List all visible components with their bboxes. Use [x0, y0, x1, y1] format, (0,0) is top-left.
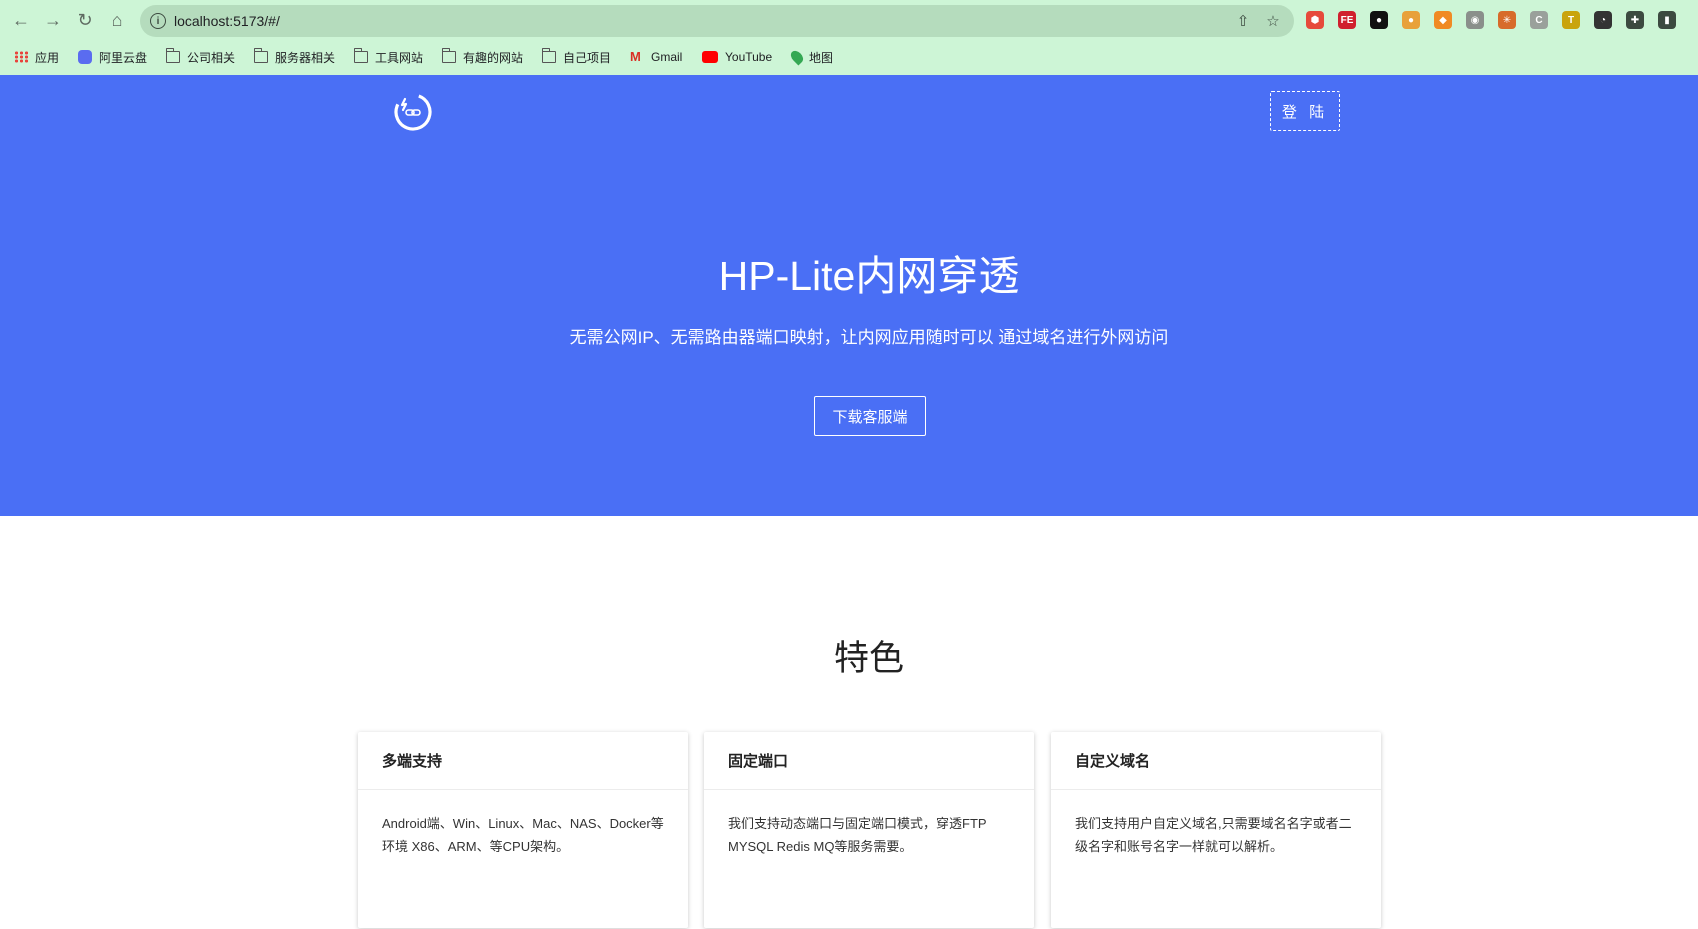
aliyun-drive-icon — [78, 50, 92, 64]
share-icon[interactable]: ⇧ — [1234, 12, 1252, 30]
address-bar[interactable]: i localhost:5173/#/ ⇧ ☆ — [140, 5, 1294, 37]
bookmark-folder-tools[interactable]: 工具网站 — [354, 47, 423, 67]
feature-card-body: 我们支持用户自定义域名,只需要域名名字或者二级名字和账号名字一样就可以解析。 — [1075, 816, 1352, 854]
bookmark-label: 地图 — [809, 50, 834, 65]
feature-card-fixed-port: 固定端口 我们支持动态端口与固定端口模式，穿透FTP MYSQL Redis M… — [704, 732, 1034, 928]
bookmark-label: 服务器相关 — [275, 50, 336, 65]
download-client-button[interactable]: 下载客服端 — [814, 396, 926, 436]
bookmark-star-icon[interactable]: ☆ — [1264, 12, 1282, 30]
browser-toolbar: ← → ↻ ⌂ i localhost:5173/#/ ⇧ ☆ ⬢ FE ● ● ◆ ◉ ✳… — [0, 0, 1698, 42]
hero-banner: 登 陆 HP-Lite内网穿透 无需公网IP、无需路由器端口映射，让内网应用随时… — [0, 75, 1698, 516]
clock-extension-icon[interactable]: ◔ — [1594, 11, 1612, 29]
feature-card-title: 自定义域名 — [1051, 732, 1381, 790]
black-circle-extension-icon[interactable]: ● — [1370, 11, 1388, 29]
gmail-icon: M — [630, 49, 641, 64]
bookmark-gmail[interactable]: M Gmail — [630, 47, 682, 67]
home-icon[interactable]: ⌂ — [106, 9, 128, 31]
apps-grid-icon — [14, 51, 28, 63]
feature-card-multi-platform: 多端支持 Android端、Win、Linux、Mac、NAS、Docker等环… — [358, 732, 688, 928]
login-button[interactable]: 登 陆 — [1270, 91, 1340, 131]
back-arrow-icon[interactable]: ← — [10, 9, 32, 31]
metamask-extension-icon[interactable]: ◆ — [1434, 11, 1452, 29]
palm-tree-extension-icon[interactable]: ✳ — [1498, 11, 1516, 29]
bookmark-folder-fun[interactable]: 有趣的网站 — [442, 47, 523, 67]
bookmark-label: 公司相关 — [187, 50, 236, 65]
cookie-extension-icon[interactable]: ● — [1402, 11, 1420, 29]
ci-extension-icon[interactable]: C — [1530, 11, 1548, 29]
feature-card-title: 固定端口 — [704, 732, 1034, 790]
hero-title: HP-Lite内网穿透 — [718, 253, 1020, 299]
folder-icon — [542, 48, 556, 63]
reload-icon[interactable]: ↻ — [74, 9, 96, 31]
puzzle-extensions-icon[interactable]: ✚ — [1626, 11, 1644, 29]
feature-card-body: 我们支持动态端口与固定端口模式，穿透FTP MYSQL Redis MQ等服务需… — [728, 816, 987, 854]
site-info-icon[interactable]: i — [150, 13, 166, 29]
bookmark-label: 有趣的网站 — [463, 50, 524, 65]
address-bar-url[interactable]: localhost:5173/#/ — [174, 13, 280, 29]
feature-card-custom-domain: 自定义域名 我们支持用户自定义域名,只需要域名名字或者二级名字和账号名字一样就可… — [1051, 732, 1381, 928]
hero-subtitle: 无需公网IP、无需路由器端口映射，让内网应用随时可以 通过域名进行外网访问 — [569, 328, 1169, 347]
forward-arrow-icon[interactable]: → — [42, 9, 64, 31]
bookmark-label: 工具网站 — [375, 50, 424, 65]
camera-extension-icon[interactable]: ◉ — [1466, 11, 1484, 29]
t-extension-icon[interactable]: T — [1562, 11, 1580, 29]
bookmark-label: Gmail — [651, 50, 683, 64]
youtube-icon — [702, 51, 718, 63]
bookmark-apps[interactable]: 应用 — [14, 47, 59, 67]
bookmarks-bar: 应用 阿里云盘 公司相关 服务器相关 工具网站 有趣的网站 自己项目 M Gma — [0, 42, 1698, 72]
red-dice-extension-icon[interactable]: ⬢ — [1306, 11, 1324, 29]
bookmark-label: 自己项目 — [563, 50, 612, 65]
folder-icon — [442, 48, 456, 63]
folder-icon — [166, 48, 180, 63]
bookmark-label: YouTube — [725, 50, 773, 64]
logo-icon[interactable] — [392, 91, 434, 133]
bookmark-label: 应用 — [35, 50, 60, 65]
bookmark-maps[interactable]: 地图 — [788, 47, 834, 67]
bookmark-folder-projects[interactable]: 自己项目 — [542, 47, 611, 67]
maps-pin-icon — [788, 48, 806, 66]
browser-chrome: ← → ↻ ⌂ i localhost:5173/#/ ⇧ ☆ ⬢ FE ● ● ◆ ◉ ✳… — [0, 0, 1698, 75]
side-panel-icon[interactable]: ▮ — [1658, 11, 1676, 29]
bookmark-folder-company[interactable]: 公司相关 — [166, 47, 235, 67]
fe-extension-icon[interactable]: FE — [1338, 11, 1356, 29]
folder-icon — [354, 48, 368, 63]
features-title: 特色 — [833, 639, 904, 678]
feature-card-title: 多端支持 — [358, 732, 688, 790]
feature-card-body: Android端、Win、Linux、Mac、NAS、Docker等环境 X86… — [382, 816, 664, 854]
bookmark-label: 阿里云盘 — [99, 50, 148, 65]
bookmark-aliyun-drive[interactable]: 阿里云盘 — [78, 47, 147, 67]
folder-icon — [254, 48, 268, 63]
bookmark-folder-server[interactable]: 服务器相关 — [254, 47, 335, 67]
bookmark-youtube[interactable]: YouTube — [702, 47, 772, 67]
page-content: 登 陆 HP-Lite内网穿透 无需公网IP、无需路由器端口映射，让内网应用随时… — [0, 75, 1698, 929]
